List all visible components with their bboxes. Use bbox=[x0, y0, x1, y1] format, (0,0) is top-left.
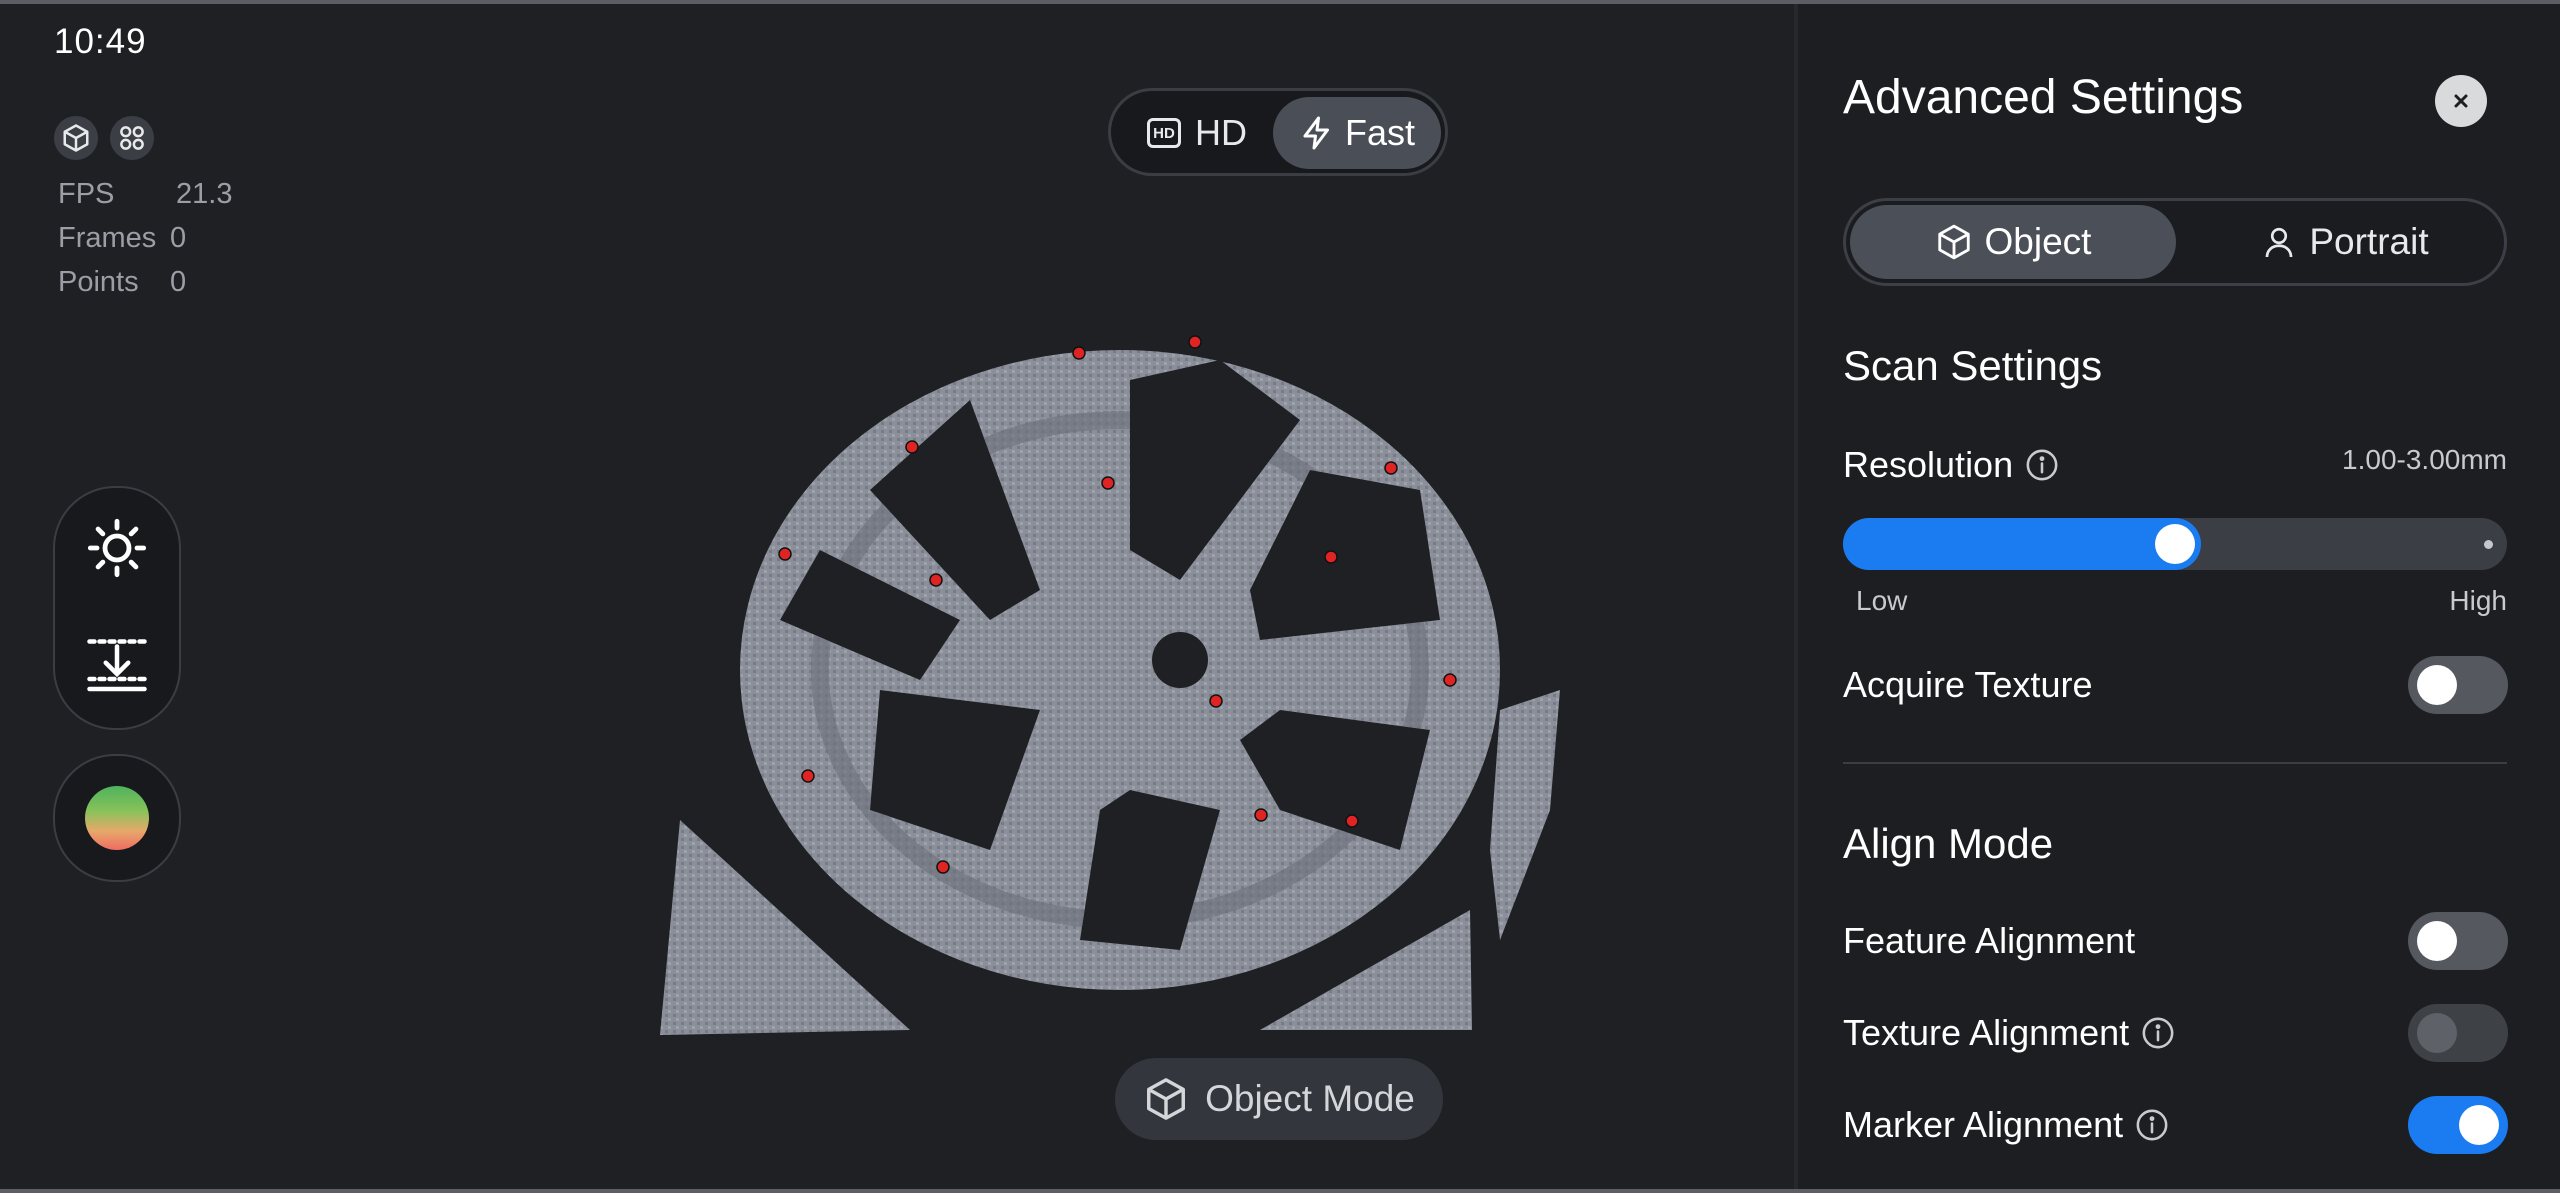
stat-value: 0 bbox=[170, 266, 187, 298]
toggle-knob bbox=[2417, 1013, 2457, 1053]
close-icon bbox=[2454, 94, 2468, 108]
scan-settings-heading: Scan Settings bbox=[1843, 342, 2103, 389]
slider-end-dot bbox=[2484, 540, 2493, 549]
stat-fps: FPS 21.3 bbox=[58, 172, 232, 216]
section-divider bbox=[1843, 762, 2507, 764]
marker-alignment-label: Marker Alignment bbox=[1843, 1104, 2124, 1145]
hd-label: HD bbox=[1195, 112, 1247, 153]
stat-label: Frames bbox=[58, 222, 157, 254]
hd-option[interactable]: HD HD bbox=[1147, 109, 1247, 157]
tab-portrait[interactable]: Portrait bbox=[2186, 205, 2504, 279]
quality-toggle: HD HD Fast bbox=[1108, 88, 1448, 176]
hd-icon: HD bbox=[1147, 118, 1181, 148]
toggle-knob bbox=[2459, 1105, 2499, 1145]
marker-alignment-toggle[interactable] bbox=[2408, 1096, 2508, 1154]
color-mode-button[interactable] bbox=[53, 754, 181, 882]
lightning-icon bbox=[1303, 116, 1329, 150]
cube-icon bbox=[1147, 1078, 1186, 1120]
feature-alignment-label: Feature Alignment bbox=[1843, 920, 2136, 961]
info-icon[interactable] bbox=[2025, 448, 2059, 482]
light-control-pill bbox=[53, 486, 181, 730]
close-button[interactable] bbox=[2435, 75, 2487, 127]
marker-alignment-row: Marker Alignment bbox=[1843, 1104, 2169, 1146]
scan-viewport[interactable] bbox=[660, 290, 1590, 1050]
clock: 10:49 bbox=[54, 22, 147, 61]
cube-icon[interactable] bbox=[54, 116, 98, 160]
slider-fill bbox=[1843, 518, 2201, 570]
fast-label: Fast bbox=[1344, 112, 1415, 153]
feature-alignment-toggle[interactable] bbox=[2408, 912, 2508, 970]
info-icon[interactable] bbox=[2135, 1108, 2169, 1142]
slider-low-label: Low bbox=[1856, 585, 1908, 616]
slider-thumb[interactable] bbox=[2155, 524, 2195, 564]
cube-icon bbox=[1937, 224, 1970, 260]
working-distance-icon[interactable] bbox=[67, 614, 167, 714]
scan-object-type-segmented: Object Portrait bbox=[1843, 198, 2507, 286]
scan-stats: FPS 21.3 Frames 0 Points 0 bbox=[58, 172, 232, 304]
hud-icon-row bbox=[54, 116, 154, 160]
acquire-texture-toggle[interactable] bbox=[2408, 656, 2508, 714]
stat-label: Points bbox=[58, 266, 139, 298]
object-mode-label: Object Mode bbox=[1205, 1078, 1415, 1119]
resolution-label: Resolution bbox=[1843, 444, 2014, 485]
tab-portrait-label: Portrait bbox=[2309, 221, 2429, 262]
acquire-texture-label: Acquire Texture bbox=[1843, 664, 2093, 705]
person-icon bbox=[2266, 227, 2293, 258]
color-gradient-icon bbox=[85, 786, 149, 850]
stat-frames: Frames 0 bbox=[58, 216, 232, 260]
slider-high-label: High bbox=[2449, 585, 2507, 616]
stat-value: 0 bbox=[170, 222, 187, 254]
window-bottom-border bbox=[0, 1189, 2560, 1193]
texture-alignment-row: Texture Alignment bbox=[1843, 1012, 2175, 1054]
object-mode-chip[interactable]: Object Mode bbox=[1115, 1058, 1443, 1140]
info-icon[interactable] bbox=[2141, 1016, 2175, 1050]
align-mode-heading: Align Mode bbox=[1843, 820, 2054, 867]
fast-option[interactable]: Fast bbox=[1273, 97, 1441, 169]
texture-alignment-toggle[interactable] bbox=[2408, 1004, 2508, 1062]
resolution-range-value: 1.00-3.00mm bbox=[2342, 444, 2507, 475]
grid-dots-icon[interactable] bbox=[110, 116, 154, 160]
toggle-knob bbox=[2417, 665, 2457, 705]
texture-alignment-label: Texture Alignment bbox=[1843, 1012, 2130, 1053]
stat-value: 21.3 bbox=[176, 178, 233, 210]
tab-object[interactable]: Object bbox=[1850, 205, 2176, 279]
brightness-icon[interactable] bbox=[67, 498, 167, 598]
stat-points: Points 0 bbox=[58, 260, 232, 304]
panel-divider bbox=[1794, 4, 1798, 1189]
stat-label: FPS bbox=[58, 178, 115, 210]
tab-object-label: Object bbox=[1984, 221, 2092, 262]
resolution-slider[interactable] bbox=[1843, 518, 2507, 570]
toggle-knob bbox=[2417, 921, 2457, 961]
resolution-row: Resolution bbox=[1843, 444, 2059, 486]
panel-title: Advanced Settings bbox=[1843, 71, 2244, 124]
